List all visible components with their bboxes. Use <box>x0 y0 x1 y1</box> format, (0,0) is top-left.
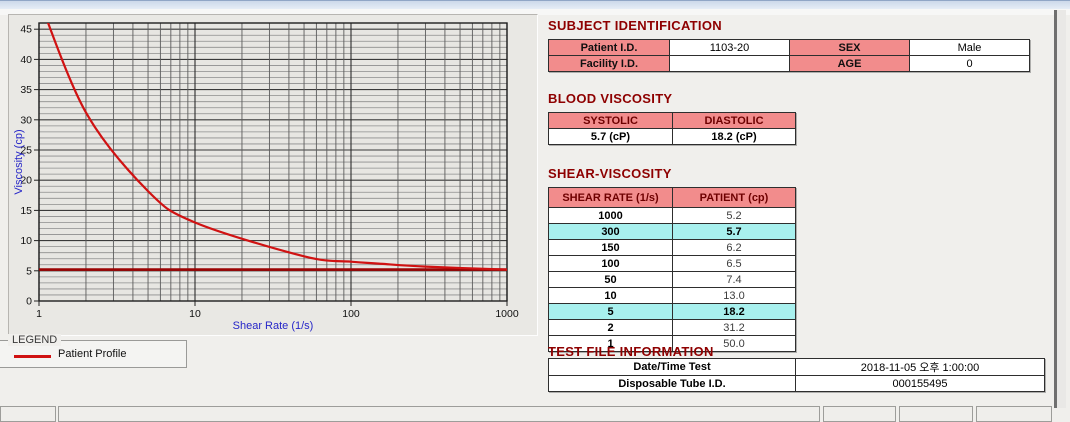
table-header-row: SHEAR RATE (1/s) PATIENT (cp) <box>549 188 796 208</box>
shear-rate-cell: 5 <box>549 304 673 320</box>
patient-value-cell: 13.0 <box>673 288 796 304</box>
status-bar-cell <box>899 406 973 422</box>
age-value: 0 <box>910 56 1030 72</box>
svg-text:35: 35 <box>20 84 32 96</box>
shear-rate-cell: 2 <box>549 320 673 336</box>
date-time-test-value: 2018-11-05 오후 1:00:00 <box>796 359 1045 376</box>
svg-text:30: 30 <box>20 114 32 126</box>
table-row: SYSTOLIC DIASTOLIC <box>549 113 796 129</box>
svg-text:40: 40 <box>20 54 32 66</box>
table-row: 5.7 (cP) 18.2 (cP) <box>549 129 796 145</box>
facility-id-value <box>670 56 790 72</box>
diastolic-label: DIASTOLIC <box>673 113 796 129</box>
blood-viscosity-title: BLOOD VISCOSITY <box>548 91 672 106</box>
patient-id-label: Patient I.D. <box>549 40 670 56</box>
systolic-label: SYSTOLIC <box>549 113 673 129</box>
shear-row: 3005.7 <box>549 224 796 240</box>
y-axis-label: Viscosity (cp) <box>13 129 25 194</box>
legend-title: LEGEND <box>8 334 61 346</box>
diastolic-value: 18.2 (cP) <box>673 129 796 145</box>
status-bar-cell <box>0 406 56 422</box>
shear-rate-cell: 1000 <box>549 208 673 224</box>
shear-row: 1506.2 <box>549 240 796 256</box>
svg-text:5: 5 <box>26 265 32 277</box>
svg-text:100: 100 <box>342 308 360 320</box>
shear-row: 1006.5 <box>549 256 796 272</box>
shear-row: 231.2 <box>549 320 796 336</box>
sex-value: Male <box>910 40 1030 56</box>
shear-rate-cell: 10 <box>549 288 673 304</box>
x-axis-label: Shear Rate (1/s) <box>233 320 314 332</box>
subject-identification-title: SUBJECT IDENTIFICATION <box>548 18 722 33</box>
table-row: Disposable Tube I.D. 000155495 <box>549 376 1045 392</box>
shear-row: 10005.2 <box>549 208 796 224</box>
svg-text:1: 1 <box>36 308 42 320</box>
window-right-gutter <box>1057 10 1066 408</box>
patient-value-cell: 6.5 <box>673 256 796 272</box>
shear-rate-column-header: SHEAR RATE (1/s) <box>549 188 673 208</box>
age-label: AGE <box>790 56 910 72</box>
patient-value-cell: 18.2 <box>673 304 796 320</box>
svg-text:45: 45 <box>20 24 32 36</box>
svg-text:1000: 1000 <box>495 308 519 320</box>
patient-value-cell: 31.2 <box>673 320 796 336</box>
test-file-table: Date/Time Test 2018-11-05 오후 1:00:00 Dis… <box>548 358 1045 392</box>
patient-value-cell: 6.2 <box>673 240 796 256</box>
svg-text:10: 10 <box>20 235 32 247</box>
shear-viscosity-table: SHEAR RATE (1/s) PATIENT (cp) 10005.2300… <box>548 187 796 352</box>
status-bar-cell <box>823 406 896 422</box>
table-row: Patient I.D. 1103-20 SEX Male <box>549 40 1030 56</box>
facility-id-label: Facility I.D. <box>549 56 670 72</box>
status-bar-cell <box>976 406 1052 422</box>
table-row: Facility I.D. AGE 0 <box>549 56 1030 72</box>
shear-rate-cell: 100 <box>549 256 673 272</box>
patient-value-cell: 5.7 <box>673 224 796 240</box>
patient-profile-line-swatch <box>14 355 51 358</box>
blood-viscosity-table: SYSTOLIC DIASTOLIC 5.7 (cP) 18.2 (cP) <box>548 112 796 145</box>
viscosity-chart: 0510152025303540451101001000Shear Rate (… <box>9 15 537 335</box>
status-bar-cell <box>58 406 820 422</box>
svg-text:10: 10 <box>189 308 201 320</box>
shear-viscosity-title: SHEAR-VISCOSITY <box>548 166 672 181</box>
systolic-value: 5.7 (cP) <box>549 129 673 145</box>
svg-text:15: 15 <box>20 205 32 217</box>
svg-text:0: 0 <box>26 296 32 308</box>
disposable-tube-id-value: 000155495 <box>796 376 1045 392</box>
shear-rate-cell: 150 <box>549 240 673 256</box>
viscosity-chart-panel: 0510152025303540451101001000Shear Rate (… <box>8 14 538 336</box>
legend-entry-label: Patient Profile <box>58 348 126 360</box>
shear-rate-cell: 50 <box>549 272 673 288</box>
disposable-tube-id-label: Disposable Tube I.D. <box>549 376 796 392</box>
window-top-strip <box>0 0 1070 9</box>
sex-label: SEX <box>790 40 910 56</box>
patient-value-cell: 7.4 <box>673 272 796 288</box>
test-file-information-title: TEST FILE INFORMATION <box>548 344 714 359</box>
shear-row: 518.2 <box>549 304 796 320</box>
table-row: Date/Time Test 2018-11-05 오후 1:00:00 <box>549 359 1045 376</box>
shear-row: 507.4 <box>549 272 796 288</box>
subject-table: Patient I.D. 1103-20 SEX Male Facility I… <box>548 39 1030 72</box>
patient-column-header: PATIENT (cp) <box>673 188 796 208</box>
patient-id-value: 1103-20 <box>670 40 790 56</box>
date-time-test-label: Date/Time Test <box>549 359 796 376</box>
shear-rate-cell: 300 <box>549 224 673 240</box>
shear-row: 1013.0 <box>549 288 796 304</box>
patient-value-cell: 5.2 <box>673 208 796 224</box>
